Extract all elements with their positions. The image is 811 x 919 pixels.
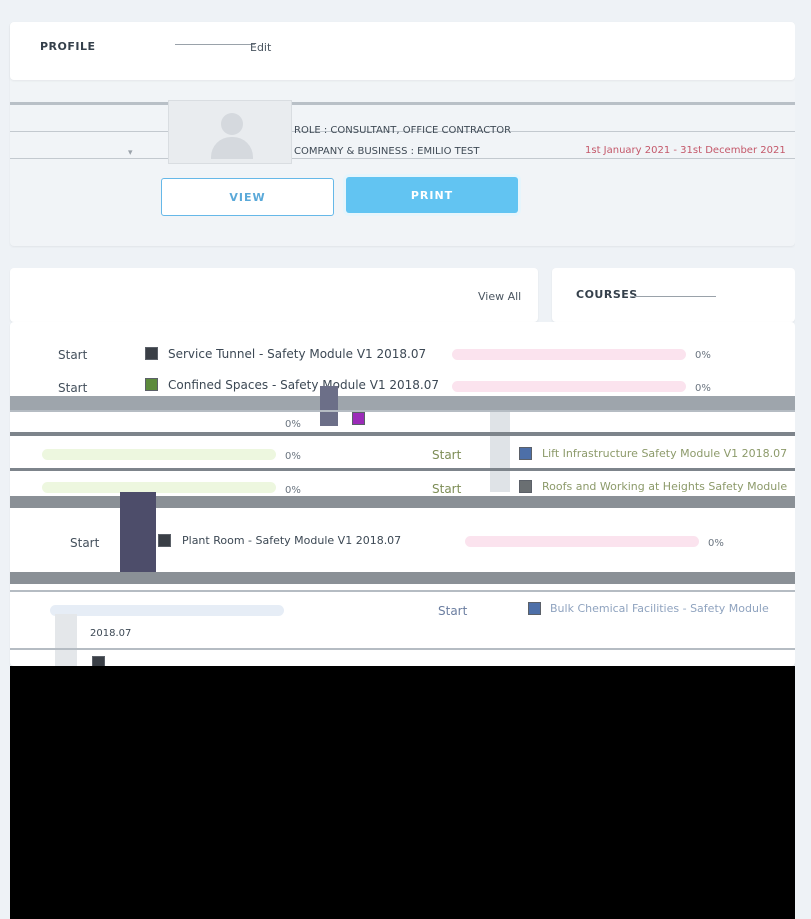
module-status[interactable]: Start	[432, 448, 461, 462]
avatar-body-icon	[211, 137, 253, 159]
profile-heading: PROFILE	[40, 40, 96, 53]
divider	[10, 158, 795, 159]
glitch-band	[10, 396, 795, 410]
courses-heading: COURSES	[576, 288, 638, 301]
activity-panel-header	[10, 268, 538, 322]
glitch-line	[10, 648, 795, 650]
profile-header	[10, 22, 795, 80]
glitch-band	[55, 614, 77, 666]
module-status[interactable]: Start	[58, 381, 87, 395]
glitch-band	[120, 492, 156, 572]
module-title[interactable]: Confined Spaces - Safety Module V1 2018.…	[168, 378, 439, 392]
glitch-band	[320, 386, 338, 426]
avatar	[168, 100, 292, 164]
glitch-band	[10, 572, 795, 584]
module-icon	[158, 534, 171, 547]
module-icon	[528, 602, 541, 615]
avatar-head-icon	[221, 113, 243, 135]
view-all-link[interactable]: View All	[478, 290, 521, 303]
progress-bar	[452, 349, 686, 360]
progress-value: 0%	[285, 451, 301, 462]
module-icon	[519, 447, 532, 460]
glitch-line	[10, 468, 795, 471]
module-icon	[145, 378, 158, 391]
module-icon	[352, 412, 365, 425]
glitch-band	[490, 412, 510, 492]
progress-value: 0%	[695, 383, 711, 394]
module-title[interactable]: Bulk Chemical Facilities - Safety Module	[550, 602, 794, 615]
progress-value: 0%	[695, 350, 711, 361]
view-button[interactable]: VIEW	[161, 178, 334, 216]
glitch-line	[10, 590, 795, 592]
company-text: COMPANY & BUSINESS : EMILIO TEST	[294, 146, 480, 157]
progress-bar	[42, 482, 276, 493]
module-icon	[145, 347, 158, 360]
glitch-line	[10, 410, 795, 412]
progress-value: 0%	[285, 419, 301, 430]
module-status[interactable]: Start	[70, 536, 99, 550]
module-status[interactable]: Start	[438, 604, 467, 618]
divider	[175, 44, 255, 45]
module-status[interactable]: Start	[58, 348, 87, 362]
progress-bar	[452, 381, 686, 392]
edit-link[interactable]: Edit	[250, 41, 271, 54]
page-edge	[795, 0, 811, 919]
divider	[630, 296, 716, 297]
chevron-down-icon[interactable]: ▾	[128, 148, 133, 158]
progress-value: 0%	[708, 538, 724, 549]
date-range: 1st January 2021 - 31st December 2021	[585, 145, 786, 156]
module-icon	[519, 480, 532, 493]
print-button[interactable]: PRINT	[346, 177, 518, 213]
module-title[interactable]: Roofs and Working at Heights Safety Modu…	[542, 480, 792, 493]
unrendered-area	[10, 666, 795, 919]
version-tag: 2018.07	[90, 628, 132, 639]
glitch-line	[10, 432, 795, 436]
module-title[interactable]: Service Tunnel - Safety Module V1 2018.0…	[168, 347, 426, 361]
module-title[interactable]: Plant Room - Safety Module V1 2018.07	[182, 534, 401, 547]
progress-bar	[50, 605, 284, 616]
progress-bar	[465, 536, 699, 547]
progress-bar	[42, 449, 276, 460]
progress-value: 0%	[285, 485, 301, 496]
module-title[interactable]: Lift Infrastructure Safety Module V1 201…	[542, 447, 792, 460]
glitch-line	[10, 102, 795, 105]
role-text: ROLE : CONSULTANT, OFFICE CONTRACTOR	[294, 125, 512, 136]
module-status[interactable]: Start	[432, 482, 461, 496]
